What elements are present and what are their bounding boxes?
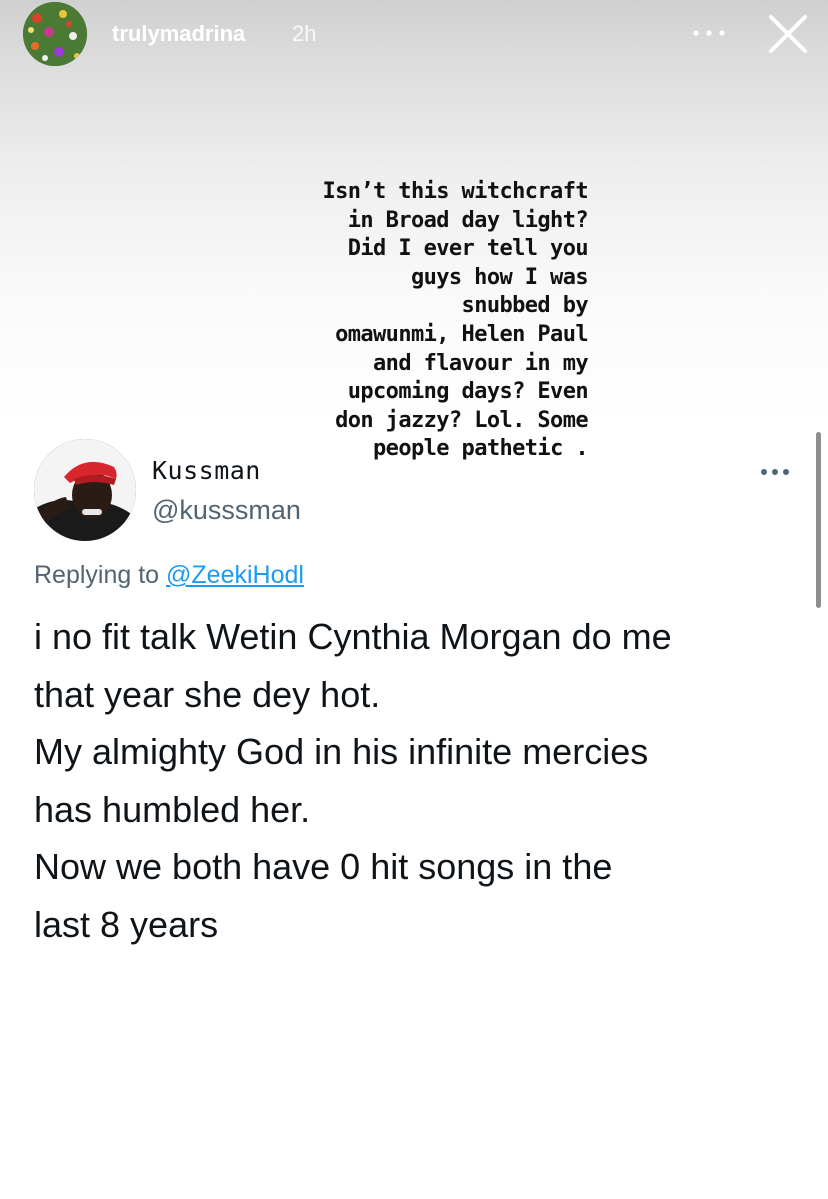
story-caption: Isn’t this witchcraft in Broad day light…	[300, 178, 588, 464]
caption-line: omawunmi, Helen Paul	[335, 321, 589, 347]
story-timestamp: 2h	[292, 21, 317, 46]
more-horizontal-icon	[761, 469, 789, 475]
story-username[interactable]: trulymadrina	[112, 21, 245, 47]
story-header: trulymadrina 2h	[0, 0, 828, 70]
tweet-text: i no fit talk Wetin Cynthia Morgan do me…	[34, 608, 814, 953]
caption-line: don jazzy? Lol. Some	[335, 407, 589, 433]
replying-to-line: Replying to @ZeekiHodl	[34, 559, 304, 591]
tweet-text-line: i no fit talk Wetin Cynthia Morgan do me	[34, 616, 672, 657]
avatar-image	[34, 439, 136, 541]
tweet-text-line: that year she dey hot.	[34, 673, 381, 715]
story-avatar[interactable]	[23, 2, 87, 66]
caption-line: snubbed by	[461, 293, 589, 319]
tweet-author-avatar[interactable]	[34, 439, 136, 541]
caption-line: guys how I was	[410, 264, 589, 290]
close-button[interactable]	[764, 10, 812, 58]
more-horizontal-icon	[693, 30, 725, 36]
scroll-indicator	[816, 432, 821, 608]
caption-line: people pathetic .	[373, 436, 589, 462]
tweet-handle[interactable]: @kusssman	[152, 494, 301, 526]
caption-line: Isn’t this witchcraft	[322, 179, 588, 204]
caption-line: Did I ever tell you	[347, 236, 589, 262]
avatar-image	[23, 2, 87, 66]
replying-to-label: Replying to	[34, 561, 160, 589]
tweet-more-button[interactable]	[758, 462, 792, 482]
caption-line: in Broad day light?	[347, 207, 589, 233]
caption-line: and flavour in my	[373, 350, 589, 376]
tweet-display-name[interactable]: Kussman	[152, 456, 261, 486]
tweet-text-line: last 8 years	[34, 903, 219, 945]
more-options-button[interactable]	[689, 20, 729, 46]
replying-to-link[interactable]: @ZeekiHodl	[166, 561, 304, 589]
close-icon	[769, 15, 807, 53]
caption-line: upcoming days? Even	[347, 379, 589, 405]
tweet-text-line: Now we both have 0 hit songs in the	[34, 846, 613, 887]
tweet-text-line: has humbled her.	[34, 788, 311, 830]
tweet-text-line: My almighty God in his infinite mercies	[34, 731, 649, 772]
story-viewer: trulymadrina 2h Isn’t this witchcraft in…	[0, 0, 828, 1199]
